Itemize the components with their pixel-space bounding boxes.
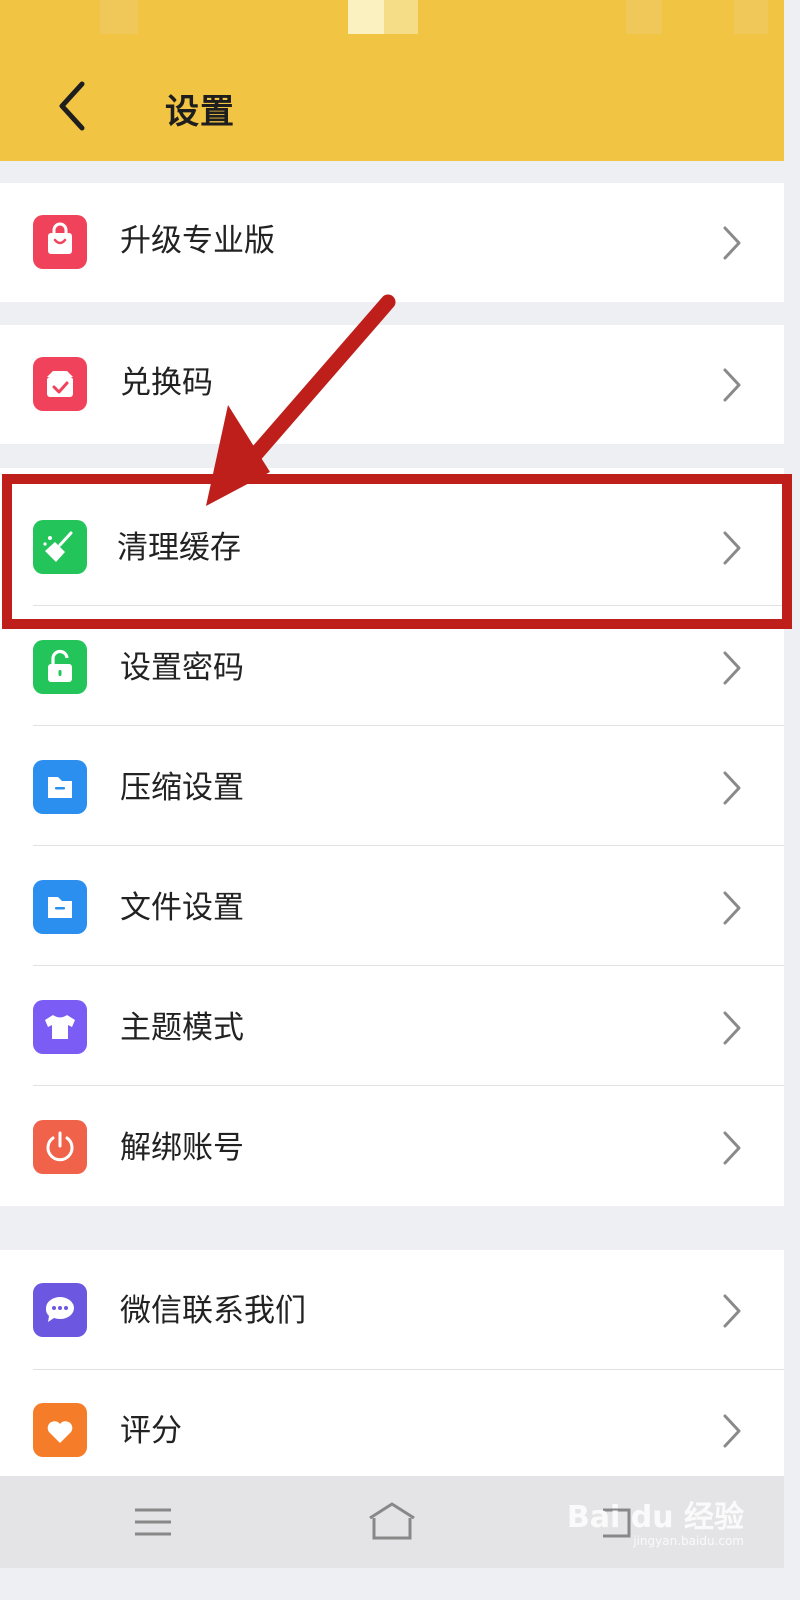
status-bar (0, 0, 784, 44)
settings-item-label: 清理缓存 (117, 530, 241, 566)
settings-item-label: 解绑账号 (120, 1130, 244, 1166)
settings-item-clear-cache[interactable]: 清理缓存 (0, 468, 784, 606)
settings-item-rate[interactable]: 评分 (0, 1370, 784, 1476)
menu-button[interactable] (123, 1498, 183, 1546)
settings-item-label: 兑换码 (120, 365, 213, 401)
chevron-right-icon (723, 1294, 741, 1328)
settings-item-label: 主题模式 (120, 1010, 244, 1046)
lock-icon (33, 640, 87, 694)
settings-item-wechat-contact[interactable]: 微信联系我们 (0, 1250, 784, 1370)
watermark-logo: Bai du 经验 (566, 1500, 744, 1535)
settings-item-unbind-account[interactable]: 解绑账号 (0, 1086, 784, 1206)
system-nav-bar: Bai du 经验 jingyan.baidu.com (0, 1476, 784, 1568)
chevron-right-icon (723, 368, 741, 402)
home-icon (369, 1502, 415, 1540)
chevron-right-icon (723, 1131, 741, 1165)
broom-icon (33, 520, 87, 574)
home-button[interactable] (362, 1498, 422, 1546)
tshirt-icon (33, 1000, 87, 1054)
settings-group-upgrade: 升级专业版 (0, 183, 784, 302)
gift-box-icon (33, 357, 87, 411)
watermark-url: jingyan.baidu.com (633, 1534, 744, 1548)
settings-item-file[interactable]: 文件设置 (0, 846, 784, 966)
status-blob (348, 0, 384, 34)
chevron-right-icon (723, 891, 741, 925)
heart-icon (33, 1403, 87, 1457)
chevron-right-icon (723, 1011, 741, 1045)
settings-item-compression[interactable]: 压缩设置 (0, 726, 784, 846)
folder-icon (33, 880, 87, 934)
chat-bubble-icon (33, 1283, 87, 1337)
chevron-right-icon (723, 531, 741, 565)
folder-icon (33, 760, 87, 814)
settings-item-label: 设置密码 (120, 650, 244, 686)
settings-group-contact: 微信联系我们 评分 (0, 1250, 784, 1476)
status-blob (626, 0, 662, 34)
settings-group-redeem: 兑换码 (0, 325, 784, 444)
back-button[interactable] (50, 78, 100, 134)
settings-item-theme[interactable]: 主题模式 (0, 966, 784, 1086)
settings-item-label: 升级专业版 (120, 223, 275, 259)
settings-item-upgrade-pro[interactable]: 升级专业版 (0, 183, 784, 302)
power-icon (33, 1120, 87, 1174)
settings-item-label: 评分 (120, 1413, 182, 1449)
menu-icon (135, 1508, 171, 1536)
settings-group-main: 清理缓存 设置密码 压缩设置 文件设置 主题模式 解绑账号 (0, 468, 784, 1206)
chevron-right-icon (723, 1414, 741, 1448)
settings-item-label: 文件设置 (120, 890, 244, 926)
settings-item-label: 压缩设置 (120, 770, 244, 806)
chevron-right-icon (723, 771, 741, 805)
status-blob (384, 0, 418, 34)
status-blob (734, 0, 768, 34)
app-header: 设置 (0, 44, 784, 161)
chevron-right-icon (723, 651, 741, 685)
chevron-right-icon (723, 226, 741, 260)
settings-item-redeem-code[interactable]: 兑换码 (0, 325, 784, 444)
status-blob (100, 0, 138, 34)
chevron-left-icon (59, 81, 85, 131)
settings-item-label: 微信联系我们 (120, 1293, 306, 1329)
page-title: 设置 (165, 92, 235, 132)
settings-item-set-password[interactable]: 设置密码 (0, 606, 784, 726)
shopping-bag-icon (33, 215, 87, 269)
